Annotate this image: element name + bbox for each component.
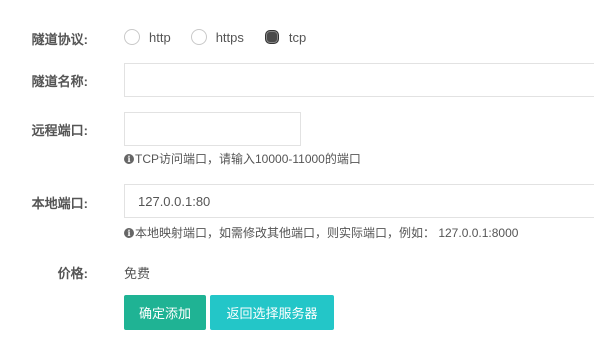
tunnel-name-input[interactable] [124, 63, 594, 97]
remote-port-help: i TCP访问端口，请输入10000-11000的端口 [124, 150, 361, 167]
radio-https[interactable] [190, 29, 207, 45]
local-port-input[interactable] [124, 184, 594, 218]
local-port-help: i 本地映射端口，如需修改其他端口，则实际端口，例如： 127.0.0.1:80… [124, 224, 518, 241]
protocol-radio-group: http https tcp [124, 27, 326, 47]
protocol-option-http[interactable]: http [124, 29, 171, 45]
radio-tcp[interactable] [264, 30, 279, 44]
confirm-add-button[interactable]: 确定添加 [124, 295, 206, 330]
radio-http[interactable] [124, 29, 140, 45]
info-circle-icon: i [124, 227, 134, 238]
local-port-help-text: 本地映射端口，如需修改其他端口，则实际端口，例如： 127.0.0.1:8000 [135, 226, 519, 240]
remote-port-help-text: TCP访问端口，请输入10000-11000的端口 [135, 152, 361, 166]
price-value: 免费 [124, 266, 151, 281]
back-to-server-select-button[interactable]: 返回选择服务器 [210, 295, 334, 330]
add-tunnel-form: 隧道协议: http https tcp 隧道名称: 远程端口: i TCP访问… [0, 0, 594, 350]
tunnel-name-label: 隧道名称: [31, 74, 88, 89]
protocol-option-tcp[interactable]: tcp [264, 30, 306, 45]
remote-port-label: 远程端口: [31, 123, 88, 138]
protocol-option-https[interactable]: https [190, 29, 244, 45]
info-circle-icon: i [124, 153, 134, 164]
radio-tcp-label: tcp [288, 29, 307, 45]
radio-https-label: https [215, 29, 244, 45]
protocol-label: 隧道协议: [31, 32, 88, 47]
price-label: 价格: [57, 266, 88, 281]
local-port-label: 本地端口: [31, 196, 88, 211]
remote-port-input[interactable] [124, 112, 301, 146]
radio-http-label: http [149, 29, 171, 45]
